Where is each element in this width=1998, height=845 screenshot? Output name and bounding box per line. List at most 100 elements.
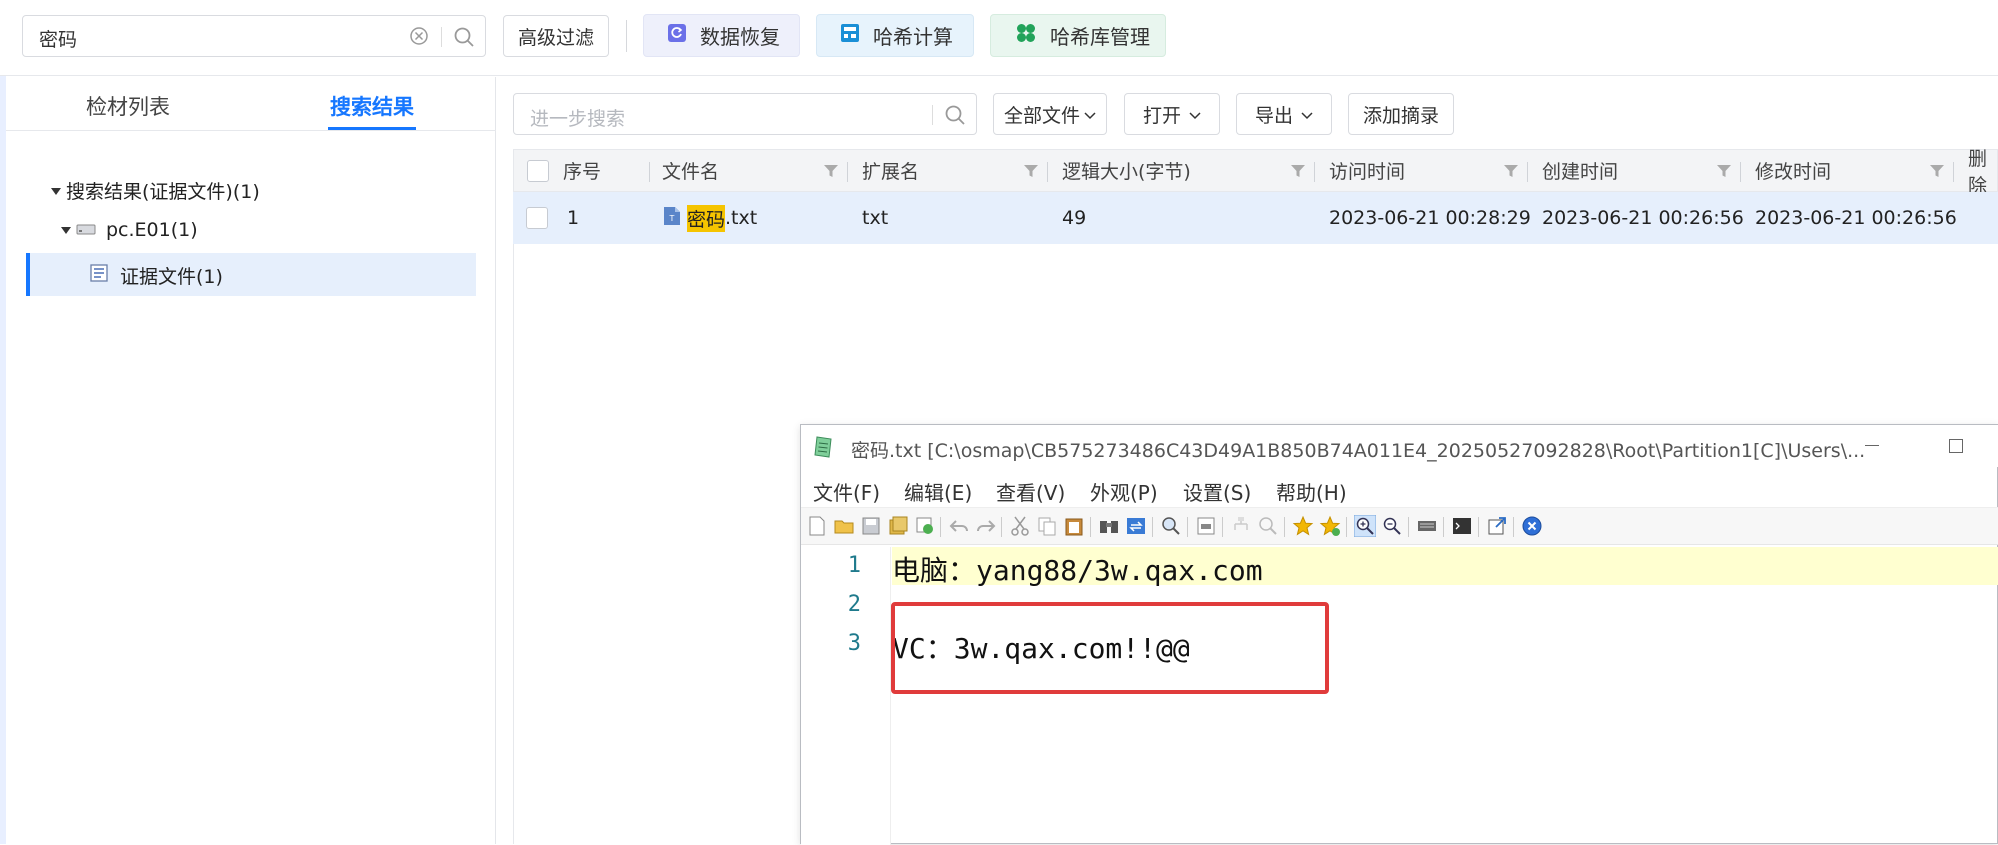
save-all-icon[interactable]	[887, 515, 909, 537]
keyboard-icon[interactable]	[1416, 515, 1438, 537]
search-icon[interactable]	[944, 104, 966, 131]
table-row[interactable]: 1 T 密码 .txt txt 49 2023-06-21 00:28:29 20…	[513, 192, 1998, 244]
refine-search-box[interactable]: 进一步搜索	[513, 93, 977, 135]
copy-icon[interactable]	[1036, 515, 1058, 537]
filter-icon[interactable]	[1716, 164, 1732, 178]
column-separator[interactable]	[1047, 162, 1048, 182]
table-header: 序号 文件名 扩展名 逻辑大小(字节) 访问时间 创建时间 修改时间 删除	[513, 148, 1998, 197]
open-folder-icon[interactable]	[833, 515, 855, 537]
print-preview-icon[interactable]	[1195, 515, 1217, 537]
menu-settings[interactable]: 设置(S)	[1183, 477, 1251, 506]
maximize-icon[interactable]	[1949, 439, 1963, 453]
menu-file[interactable]: 文件(F)	[813, 477, 880, 506]
zoom-out-icon[interactable]	[1381, 515, 1403, 537]
col-extension[interactable]: 扩展名	[862, 150, 919, 191]
redo-icon[interactable]	[975, 515, 997, 537]
hash-compute-button[interactable]: 哈希计算	[816, 14, 974, 57]
filter-icon[interactable]	[1023, 164, 1039, 178]
hash-compute-label: 哈希计算	[873, 25, 953, 49]
filter-icon[interactable]	[1503, 164, 1519, 178]
menu-appearance[interactable]: 外观(P)	[1090, 477, 1158, 506]
col-created[interactable]: 创建时间	[1542, 150, 1618, 191]
new-file-icon[interactable]	[806, 515, 828, 537]
external-open-icon[interactable]	[1486, 515, 1508, 537]
export-dropdown[interactable]: 导出	[1236, 93, 1332, 135]
column-separator[interactable]	[847, 162, 848, 182]
tab-evidence-list[interactable]: 检材列表	[86, 91, 170, 121]
col-modified[interactable]: 修改时间	[1755, 150, 1831, 191]
filter-icon[interactable]	[1290, 164, 1306, 178]
filter-icon[interactable]	[823, 164, 839, 178]
menu-help[interactable]: 帮助(H)	[1276, 477, 1347, 506]
search-icon[interactable]	[453, 26, 475, 53]
clear-icon[interactable]	[409, 26, 429, 51]
expand-arrow-icon[interactable]	[60, 219, 72, 241]
advanced-filter-label: 高级过滤	[517, 26, 594, 49]
advanced-filter-button[interactable]: 高级过滤	[503, 15, 609, 57]
filter-icon[interactable]	[1929, 164, 1945, 178]
search-input[interactable]: 密码	[39, 25, 77, 52]
refine-search-input[interactable]: 进一步搜索	[530, 104, 625, 131]
zoom-find-icon[interactable]	[1257, 515, 1279, 537]
chevron-down-icon	[1189, 103, 1201, 125]
tab-search-results-label: 搜索结果	[330, 95, 414, 119]
cut-icon[interactable]	[1009, 515, 1031, 537]
column-separator[interactable]	[1527, 162, 1528, 182]
undo-icon[interactable]	[948, 515, 970, 537]
browse-icon[interactable]	[914, 515, 936, 537]
column-separator[interactable]	[1740, 162, 1741, 182]
col-accessed[interactable]: 访问时间	[1329, 150, 1405, 191]
col-deleted[interactable]: 删除	[1968, 148, 1997, 197]
close-file-icon[interactable]	[1521, 515, 1543, 537]
text-editor-window[interactable]: 密码.txt [C:\osmap\CB575273486C43D49A1B850…	[800, 424, 1998, 845]
save-icon[interactable]	[860, 515, 882, 537]
open-dropdown[interactable]: 打开	[1124, 93, 1220, 135]
zoom-in-icon[interactable]	[1354, 515, 1376, 537]
add-favorite-icon[interactable]	[1319, 515, 1341, 537]
search-box[interactable]: 密码	[22, 15, 486, 57]
toolbar-divider	[626, 20, 627, 52]
find-icon[interactable]	[1098, 515, 1120, 537]
toolbar-separator	[1187, 517, 1188, 537]
find-in-files-icon[interactable]	[1160, 515, 1182, 537]
hash-library-label: 哈希库管理	[1050, 25, 1150, 49]
menu-edit[interactable]: 编辑(E)	[904, 477, 972, 506]
tree-node-evidence-selected[interactable]: 证据文件(1)	[26, 253, 476, 296]
tree-node-image[interactable]: pc.E01(1)	[60, 219, 198, 241]
minimize-icon[interactable]	[1865, 445, 1879, 446]
hash-library-button[interactable]: 哈希库管理	[990, 14, 1166, 57]
col-extension-label: 扩展名	[862, 161, 920, 183]
tree-node-root[interactable]: 搜索结果(证据文件)(1)	[50, 177, 260, 204]
column-separator[interactable]	[649, 162, 650, 182]
data-recovery-button[interactable]: 数据恢复	[643, 14, 800, 57]
menu-view[interactable]: 查看(V)	[996, 477, 1065, 506]
recovery-icon	[667, 23, 687, 48]
column-separator[interactable]	[1314, 162, 1315, 182]
cell-accessed: 2023-06-21 00:28:29	[1329, 207, 1531, 229]
text-file-icon: T	[663, 206, 681, 231]
notepad-app-icon	[813, 435, 835, 464]
tab-search-results[interactable]: 搜索结果	[330, 91, 414, 121]
star-icon[interactable]	[1292, 515, 1314, 537]
row-checkbox[interactable]	[526, 192, 548, 244]
select-all-checkbox[interactable]	[527, 150, 549, 191]
paste-icon[interactable]	[1063, 515, 1085, 537]
terminal-icon[interactable]	[1451, 515, 1473, 537]
toolbar-separator	[940, 517, 941, 537]
expand-arrow-icon[interactable]	[50, 180, 62, 202]
tree-icon[interactable]	[1230, 515, 1252, 537]
col-accessed-label: 访问时间	[1329, 161, 1406, 183]
col-logical-size[interactable]: 逻辑大小(字节)	[1062, 150, 1191, 191]
col-logical-size-label: 逻辑大小(字节)	[1062, 161, 1191, 183]
editor-text-area[interactable]: 电脑：yang88/3w.qax.com VC：3w.qax.com!!@@	[892, 547, 1998, 845]
all-files-dropdown[interactable]: 全部文件	[993, 93, 1107, 135]
open-label: 打开	[1142, 104, 1181, 127]
add-note-button[interactable]: 添加摘录	[1348, 93, 1454, 135]
col-index[interactable]: 序号	[563, 150, 601, 191]
replace-icon[interactable]	[1125, 515, 1147, 537]
editor-title-bar[interactable]: 密码.txt [C:\osmap\CB575273486C43D49A1B850…	[801, 425, 1998, 467]
cell-size: 49	[1062, 207, 1087, 229]
col-filename[interactable]: 文件名	[662, 150, 719, 191]
column-separator[interactable]	[1953, 162, 1954, 182]
export-label: 导出	[1254, 104, 1293, 127]
